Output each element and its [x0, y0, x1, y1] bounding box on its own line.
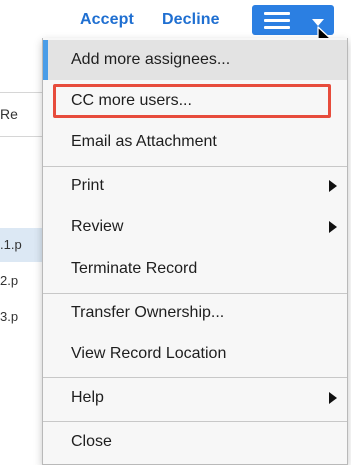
menu-item-label: Print [71, 177, 104, 194]
menu-item-label: Add more assignees... [71, 51, 231, 68]
menu-item-close[interactable]: Close [43, 422, 347, 462]
menu-item-label: View Record Location [71, 345, 227, 362]
highlight-box [53, 84, 331, 118]
submenu-arrow-icon [329, 180, 337, 192]
table-row[interactable]: .1.p [0, 228, 44, 262]
actions-dropdown-menu: Add more assignees... CC more users... E… [42, 38, 348, 465]
menu-item-terminate-record[interactable]: Terminate Record [43, 249, 347, 289]
accept-link[interactable]: Accept [80, 11, 134, 29]
menu-item-email-as-attachment[interactable]: Email as Attachment [43, 122, 347, 162]
divider [0, 92, 44, 93]
menu-item-transfer-ownership[interactable]: Transfer Ownership... [43, 293, 347, 333]
menu-item-view-record-location[interactable]: View Record Location [43, 334, 347, 374]
menu-item-label: Terminate Record [71, 260, 198, 277]
divider [0, 136, 44, 137]
menu-item-label: Close [71, 433, 112, 450]
submenu-arrow-icon [329, 221, 337, 233]
menu-item-label: Transfer Ownership... [71, 304, 225, 321]
menu-item-help[interactable]: Help [43, 378, 347, 418]
menu-item-label: Review [71, 218, 124, 235]
menu-item-label: Email as Attachment [71, 133, 217, 150]
menu-item-add-more-assignees[interactable]: Add more assignees... [43, 40, 347, 80]
chevron-down-icon [312, 19, 324, 26]
table-row[interactable]: 2.p [0, 264, 44, 298]
decline-link[interactable]: Decline [162, 11, 220, 29]
submenu-arrow-icon [329, 392, 337, 404]
table-row[interactable]: 3.p [0, 300, 44, 334]
column-header: Re [0, 106, 18, 122]
menu-item-review[interactable]: Review [43, 207, 347, 247]
menu-item-print[interactable]: Print [43, 166, 347, 206]
menu-item-label: Help [71, 389, 104, 406]
